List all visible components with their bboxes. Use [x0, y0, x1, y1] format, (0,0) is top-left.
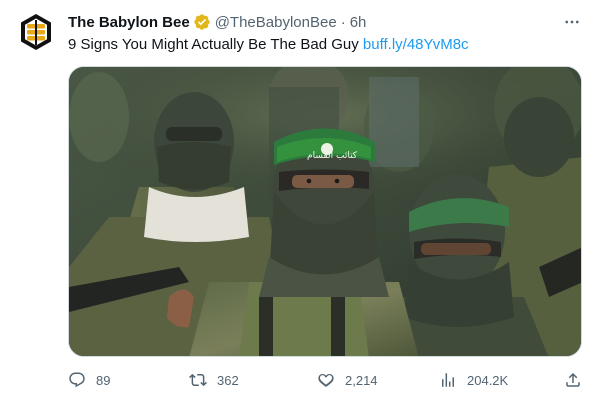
like-count: 2,214	[345, 372, 378, 388]
more-options-icon[interactable]	[562, 12, 582, 32]
tweet-body: 9 Signs You Might Actually Be The Bad Gu…	[68, 36, 359, 53]
tweet-link[interactable]: buff.ly/48YvM8c	[363, 36, 469, 53]
share-button[interactable]	[564, 368, 582, 392]
reply-count: 89	[96, 372, 111, 388]
retweet-count: 362	[217, 372, 239, 388]
verified-badge-icon[interactable]	[193, 13, 211, 31]
share-icon	[564, 371, 582, 389]
tweet-text: 9 Signs You Might Actually Be The Bad Gu…	[68, 35, 582, 55]
timestamp[interactable]: 6h	[350, 14, 367, 31]
views-icon	[439, 371, 457, 389]
retweet-icon	[189, 371, 207, 389]
like-icon	[317, 371, 335, 389]
tweet-media-image[interactable]: كتائب القسام	[68, 66, 582, 357]
author-handle[interactable]: @TheBabylonBee	[215, 14, 337, 31]
author-name[interactable]: The Babylon Bee	[68, 14, 190, 31]
reply-button[interactable]: 89	[68, 368, 110, 392]
separator: ·	[340, 13, 346, 31]
views-button[interactable]: 204.2K	[439, 368, 508, 392]
tweet-actions: 89 362 2,214 204.2K	[68, 368, 582, 392]
views-count: 204.2K	[467, 372, 509, 388]
retweet-button[interactable]: 362	[189, 368, 239, 392]
avatar[interactable]	[16, 12, 56, 52]
tweet-header: The Babylon Bee @TheBabylonBee · 6h	[68, 11, 582, 33]
tweet-card[interactable]: The Babylon Bee @TheBabylonBee · 6h 9 Si…	[0, 0, 598, 401]
like-button[interactable]: 2,214	[317, 368, 378, 392]
reply-icon	[68, 371, 86, 389]
headband-text: كتائب القسام	[307, 151, 358, 161]
babylon-bee-logo	[21, 14, 51, 50]
photo-armed-men: كتائب القسام	[69, 67, 581, 356]
